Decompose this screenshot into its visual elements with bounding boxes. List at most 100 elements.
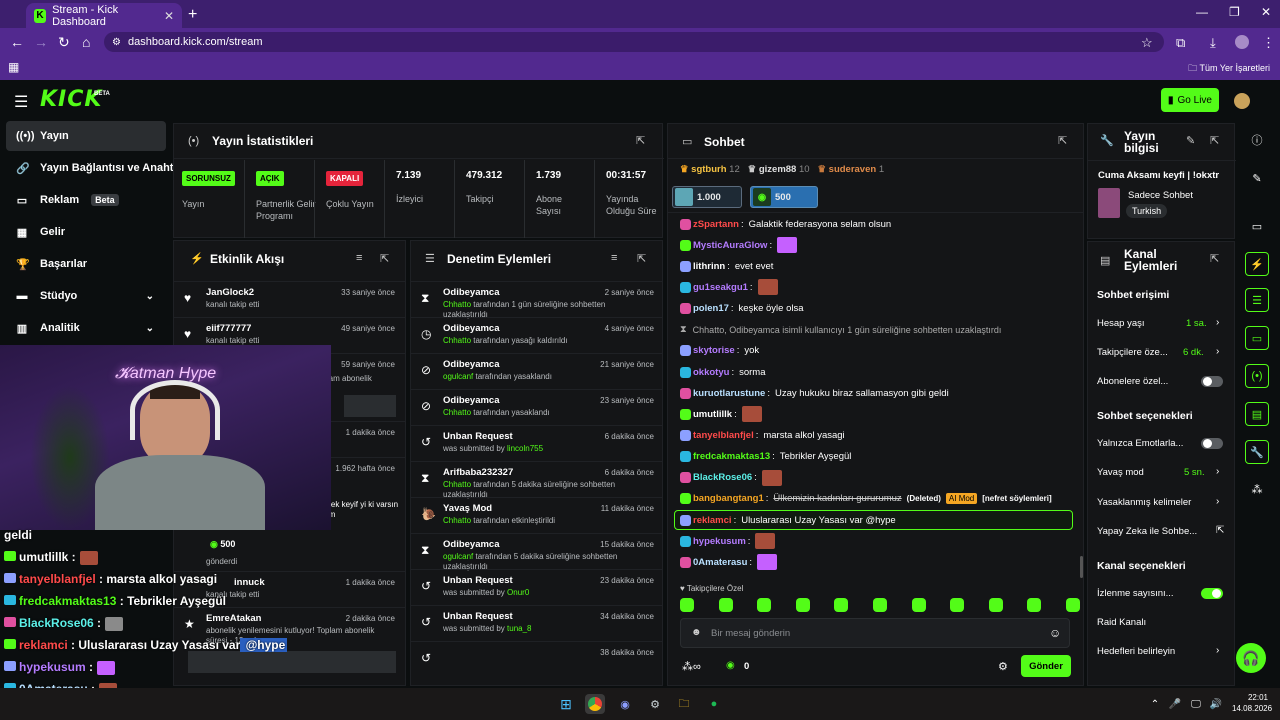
external-link-icon[interactable]: ⇱ (1216, 525, 1224, 536)
bookmark-star-icon[interactable]: ☆ (1141, 35, 1153, 51)
close-tab-icon[interactable]: ✕ (164, 9, 174, 23)
actor-name[interactable]: Onur0 (507, 588, 529, 597)
smiley-icon[interactable]: ☺ (1049, 626, 1061, 640)
extensions-icon[interactable]: ⧉ (1176, 35, 1185, 51)
sidebar-item-basarilar[interactable]: 🏆 Başarılar (6, 249, 166, 279)
chat-username[interactable]: polen17 (693, 303, 729, 314)
layout-icon[interactable]: ▭ (1245, 214, 1269, 238)
chat-scrollbar[interactable] (1080, 556, 1083, 578)
actor-name[interactable]: Chhatto (443, 408, 471, 417)
chat-username[interactable]: bangbangtang1 (693, 493, 764, 504)
actor-name[interactable]: Chhatto (443, 516, 471, 525)
file-explorer-icon[interactable]: 🗀 (674, 694, 694, 714)
go-live-button[interactable]: ▮ Go Live (1161, 88, 1219, 112)
actor-name[interactable]: lincoln755 (507, 444, 543, 453)
maximize-icon[interactable]: ❐ (1229, 5, 1240, 19)
quick-emote-icon[interactable] (757, 598, 772, 612)
actor-name[interactable]: tuna_8 (507, 624, 531, 633)
chat-username[interactable]: tanyelblanfjel (693, 430, 754, 441)
hamburger-menu-icon[interactable]: ☰ (14, 92, 28, 112)
chat-username[interactable]: lithrinn (693, 261, 725, 272)
chat-input[interactable]: ☻ Bir mesaj gönderin ☺ (680, 618, 1070, 648)
chat-username[interactable]: umutlillk (693, 409, 732, 420)
chat-username[interactable]: fredcakmaktas13 (693, 451, 770, 462)
apps-grid-icon[interactable]: ▦ (8, 60, 19, 74)
edit-icon[interactable]: ✎ (1245, 166, 1269, 190)
sidebar-item-reklam[interactable]: ▭ Reklam Beta (6, 185, 166, 215)
menu-dots-icon[interactable]: ⋮ (1262, 35, 1275, 51)
chevron-right-icon[interactable]: › (1216, 346, 1219, 357)
download-icon[interactable]: ⤓ (1210, 35, 1216, 51)
chat-username[interactable]: gu1seakgu1 (693, 282, 748, 293)
banned-words-label[interactable]: Yasaklanmış kelimeler (1097, 497, 1191, 508)
close-window-icon[interactable]: ✕ (1261, 5, 1271, 19)
chat-username[interactable]: MysticAuraGlow (693, 240, 767, 251)
actor-name[interactable]: Chhatto (443, 336, 471, 345)
subs-only-toggle[interactable] (1201, 376, 1223, 387)
chevron-right-icon[interactable]: › (1216, 317, 1219, 328)
popout-icon[interactable]: ⇱ (380, 252, 389, 265)
quick-emote-icon[interactable] (872, 598, 887, 612)
browser-tab[interactable]: K Stream - Kick Dashboard ✕ (26, 3, 182, 28)
actor-name[interactable]: ogulcanf (443, 372, 473, 381)
quick-emote-icon[interactable] (680, 598, 694, 612)
sidebar-item-studyo[interactable]: ▬ Stüdyo ⌄ (6, 281, 166, 311)
goals-label[interactable]: Hedefleri belirleyin (1097, 646, 1175, 657)
chat-username[interactable]: zSpartann (693, 219, 739, 230)
network-icon[interactable]: 🖵 (1186, 694, 1206, 714)
goal-pill-followers[interactable]: 1.000 (672, 186, 742, 208)
popout-icon[interactable]: ⇱ (636, 134, 645, 147)
volume-icon[interactable]: 🔊 (1206, 694, 1226, 714)
sidebar-item-yayin[interactable]: ((•)) Yayın (6, 121, 166, 151)
quick-emote-icon[interactable] (988, 598, 1003, 612)
chat-username[interactable]: reklamci (693, 515, 732, 526)
sidebar-item-stream-key[interactable]: 🔗 Yayın Bağlantısı ve Anahtarı (6, 153, 176, 183)
followers-only-value[interactable]: 6 dk. (1183, 347, 1204, 358)
chat-icon[interactable]: ▭ (1245, 326, 1269, 350)
emoji-picker-icon[interactable]: ☻ (691, 627, 702, 638)
url-input[interactable]: ⚙ dashboard.kick.com/stream (104, 32, 1164, 52)
raid-label[interactable]: Raid Kanalı (1097, 617, 1146, 628)
view-count-toggle[interactable] (1201, 588, 1223, 599)
chat-settings-gear-icon[interactable]: ⚙ (998, 660, 1008, 673)
microphone-icon[interactable]: 🎤 (1165, 694, 1185, 714)
goal-pill-coins[interactable]: ◉ 500 (750, 186, 818, 208)
reload-icon[interactable]: ↻ (58, 34, 70, 51)
windows-start-icon[interactable]: ⊞ (556, 694, 576, 714)
spotify-icon[interactable]: ● (704, 694, 724, 714)
chat-username[interactable]: hypekusum (693, 536, 746, 547)
quick-emote-icon[interactable] (911, 598, 926, 612)
quick-emote-icon[interactable] (1065, 598, 1080, 612)
quick-emote-icon[interactable] (718, 598, 733, 612)
new-tab-button[interactable]: + (188, 6, 197, 24)
profile-avatar[interactable] (1235, 35, 1249, 49)
popout-icon[interactable]: ⇱ (637, 252, 646, 265)
clock[interactable]: 22:01 14.08.2026 (1232, 692, 1272, 714)
quick-emote-icon[interactable] (834, 598, 849, 612)
steam-icon[interactable]: ⚙ (645, 694, 665, 714)
sidebar-item-analitik[interactable]: ▥ Analitik ⌄ (6, 313, 166, 343)
back-icon[interactable]: ← (10, 34, 24, 50)
chat-username[interactable]: 0Amaterasu (693, 557, 747, 568)
site-info-icon[interactable]: ⚙ (112, 37, 121, 48)
actor-name[interactable]: ogulcanf (443, 552, 473, 561)
home-icon[interactable]: ⌂ (82, 34, 90, 50)
emotes-icon[interactable]: ⁂∞ (682, 660, 701, 673)
tray-chevron-icon[interactable]: ⌃ (1145, 694, 1165, 714)
discord-icon[interactable]: ◉ (615, 694, 635, 714)
popout-icon[interactable]: ⇱ (1210, 134, 1219, 147)
chat-username[interactable]: kuruotlarustune (693, 388, 765, 399)
edit-pencil-icon[interactable]: ✎ (1186, 134, 1195, 147)
popout-icon[interactable]: ⇱ (1058, 134, 1067, 147)
chat-username[interactable]: okkotyu (693, 367, 729, 378)
slow-mode-value[interactable]: 5 sn. (1184, 467, 1205, 478)
apps-icon[interactable]: ⁂ (1245, 477, 1269, 501)
moderation-list-icon[interactable]: ☰ (1245, 288, 1269, 312)
quick-emote-icon[interactable] (795, 598, 810, 612)
quick-emote-icon[interactable] (1027, 598, 1042, 612)
all-bookmarks-folder[interactable]: 🗀 Tüm Yer İşaretleri (1188, 61, 1270, 77)
chevron-right-icon[interactable]: › (1216, 466, 1219, 477)
sidebar-item-gelir[interactable]: ▦ Gelir (6, 217, 166, 247)
user-avatar[interactable] (1234, 93, 1250, 109)
actor-name[interactable]: Chhatto (443, 300, 471, 309)
